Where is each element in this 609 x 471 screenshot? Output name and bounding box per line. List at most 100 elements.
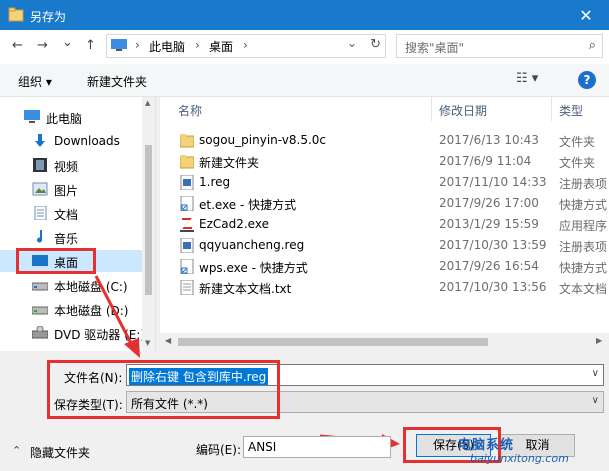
music-icon — [37, 230, 43, 243]
new-folder-button[interactable]: 新建文件夹 — [87, 73, 147, 90]
file-type: 快捷方式 — [559, 261, 608, 275]
encoding-label: 编码(E): — [196, 443, 241, 457]
highlight-box-filename — [47, 360, 280, 419]
file-row[interactable]: EzCad2.exe 2013/1/29 15:59 应用程序 — [160, 214, 609, 235]
file-date: 2017/6/9 11:04 — [439, 154, 532, 168]
horizontal-scrollbar[interactable]: ◀ ▶ — [160, 333, 609, 351]
drive-icon — [32, 282, 48, 291]
column-header-name[interactable]: 名称 — [178, 102, 202, 119]
file-row[interactable]: wps.exe - 快捷方式 2017/9/26 16:54 快捷方式 — [160, 256, 609, 277]
toolbar: 组织 ▾ 新建文件夹 ☷ ▾ ? — [0, 64, 609, 97]
scroll-left-icon[interactable]: ◀ — [165, 336, 171, 345]
navigation-pane: 此电脑 Downloads 视频 图片 文档 音乐 桌面 本地磁盘 (C:) 本… — [0, 97, 156, 351]
save-as-icon — [8, 7, 24, 22]
file-date: 2017/9/26 17:00 — [439, 196, 539, 210]
watermark-text: 电脑系统 — [458, 438, 515, 453]
file-type: 注册表项 — [559, 240, 608, 254]
sidebar-item-pictures[interactable]: 图片 — [0, 178, 155, 200]
address-dropdown-icon[interactable]: ⌄ — [347, 36, 357, 50]
ezcad-icon — [180, 218, 194, 232]
file-name: EzCad2.exe — [199, 217, 269, 231]
sidebar-item-drive-d[interactable]: 本地磁盘 (D:) — [0, 298, 155, 320]
window-title: 另存为 — [30, 10, 67, 24]
scroll-up-icon[interactable]: ▲ — [145, 99, 150, 107]
recent-locations-icon[interactable]: ⌄ — [62, 35, 73, 50]
sidebar-item-documents[interactable]: 文档 — [0, 202, 155, 224]
sidebar-item-label: 视频 — [54, 160, 79, 174]
file-type: 注册表项 — [559, 177, 608, 191]
file-type: 文件夹 — [559, 156, 596, 170]
file-row[interactable]: qqyuancheng.reg 2017/10/30 13:59 注册表项 — [160, 235, 609, 256]
breadcrumb-separator: › — [135, 38, 140, 52]
sidebar-item-dvd[interactable]: DVD 驱动器 (E:) — [0, 322, 155, 344]
title-bar: 另存为 ✕ — [0, 0, 609, 30]
back-arrow-icon[interactable]: ← — [12, 38, 23, 53]
sidebar-item-downloads[interactable]: Downloads — [0, 130, 155, 152]
computer-icon — [111, 39, 127, 51]
close-icon[interactable]: ✕ — [563, 0, 609, 30]
sidebar-item-label: 本地磁盘 (D:) — [54, 304, 129, 318]
sidebar-item-label: 音乐 — [54, 232, 79, 246]
breadcrumb-separator: › — [243, 38, 248, 52]
scrollbar-thumb[interactable] — [145, 145, 152, 295]
sidebar-item-this-pc[interactable]: 此电脑 — [0, 106, 155, 128]
breadcrumb-desktop[interactable]: 桌面 — [209, 38, 233, 55]
up-arrow-icon[interactable]: ↑ — [85, 38, 96, 53]
sidebar-item-label: Downloads — [54, 134, 120, 148]
file-name: 新建文本文档.txt — [199, 282, 292, 296]
sidebar-item-music[interactable]: 音乐 — [0, 226, 155, 248]
file-name: 1.reg — [199, 175, 231, 189]
sidebar-item-videos[interactable]: 视频 — [0, 154, 155, 176]
chevron-down-icon: ∨ — [591, 395, 599, 406]
search-box[interactable]: 搜索"桌面" ⌕ — [396, 34, 603, 58]
computer-icon — [24, 110, 40, 123]
document-icon — [34, 206, 47, 220]
folder-icon — [180, 155, 194, 169]
help-icon[interactable]: ? — [578, 71, 596, 89]
file-date: 2017/6/13 10:43 — [439, 133, 539, 147]
shortcut-icon — [180, 259, 194, 274]
file-row[interactable]: et.exe - 快捷方式 2017/9/26 17:00 快捷方式 — [160, 193, 609, 214]
hide-folders-icon[interactable]: ⌃ — [12, 444, 21, 457]
column-header-date[interactable]: 修改日期 — [439, 102, 487, 119]
column-divider[interactable] — [551, 97, 552, 121]
column-header-type[interactable]: 类型 — [559, 102, 583, 119]
sidebar-item-label: DVD 驱动器 (E:) — [54, 328, 146, 342]
file-row[interactable]: sogou_pinyin-v8.5.0c 2017/6/13 10:43 文件夹 — [160, 130, 609, 151]
reg-icon — [180, 238, 194, 253]
file-name: 新建文件夹 — [199, 156, 260, 170]
breadcrumb-this-pc[interactable]: 此电脑 — [149, 38, 185, 55]
sidebar-item-label: 图片 — [54, 184, 79, 198]
file-list: 名称 修改日期 类型 sogou_pinyin-v8.5.0c 2017/6/1… — [160, 97, 609, 351]
file-row[interactable]: 新建文件夹 2017/6/9 11:04 文件夹 — [160, 151, 609, 172]
file-name: wps.exe - 快捷方式 — [199, 261, 308, 275]
column-divider[interactable] — [431, 97, 432, 121]
refresh-icon[interactable]: ↻ — [370, 37, 381, 52]
watermark-url: baiyunxitong.com — [470, 452, 569, 465]
sidebar-scrollbar[interactable]: ▲ ▼ — [142, 97, 155, 351]
scrollbar-thumb[interactable] — [178, 338, 488, 346]
file-row[interactable]: 1.reg 2017/11/10 14:33 注册表项 — [160, 172, 609, 193]
search-icon[interactable]: ⌕ — [589, 38, 596, 53]
video-icon — [33, 158, 47, 172]
organize-button[interactable]: 组织 ▾ — [18, 73, 52, 90]
reg-icon — [180, 175, 194, 190]
forward-arrow-icon[interactable]: → — [37, 38, 48, 53]
scroll-right-icon[interactable]: ▶ — [596, 336, 602, 345]
hide-folders-button[interactable]: 隐藏文件夹 — [30, 444, 90, 461]
file-type: 文本文档 — [559, 282, 608, 296]
file-type: 快捷方式 — [559, 198, 608, 212]
sidebar-item-label: 本地磁盘 (C:) — [54, 280, 128, 294]
drive-icon — [32, 306, 48, 315]
sidebar-item-drive-c[interactable]: 本地磁盘 (C:) — [0, 274, 155, 296]
file-date: 2017/10/30 13:59 — [439, 238, 547, 252]
address-bar[interactable]: › 此电脑 › 桌面 › ⌄ ↻ — [106, 34, 386, 58]
chevron-down-icon[interactable]: ∨ — [592, 368, 599, 379]
scroll-down-icon[interactable]: ▼ — [145, 339, 150, 347]
file-row[interactable]: 新建文本文档.txt 2017/10/30 13:56 文本文档 — [160, 277, 609, 298]
encoding-value: ANSI — [248, 440, 277, 454]
view-options-icon[interactable]: ☷ ▾ — [516, 71, 538, 86]
file-date: 2017/9/26 16:54 — [439, 259, 539, 273]
encoding-select[interactable]: ANSI — [243, 436, 391, 458]
folder-icon — [180, 134, 194, 148]
